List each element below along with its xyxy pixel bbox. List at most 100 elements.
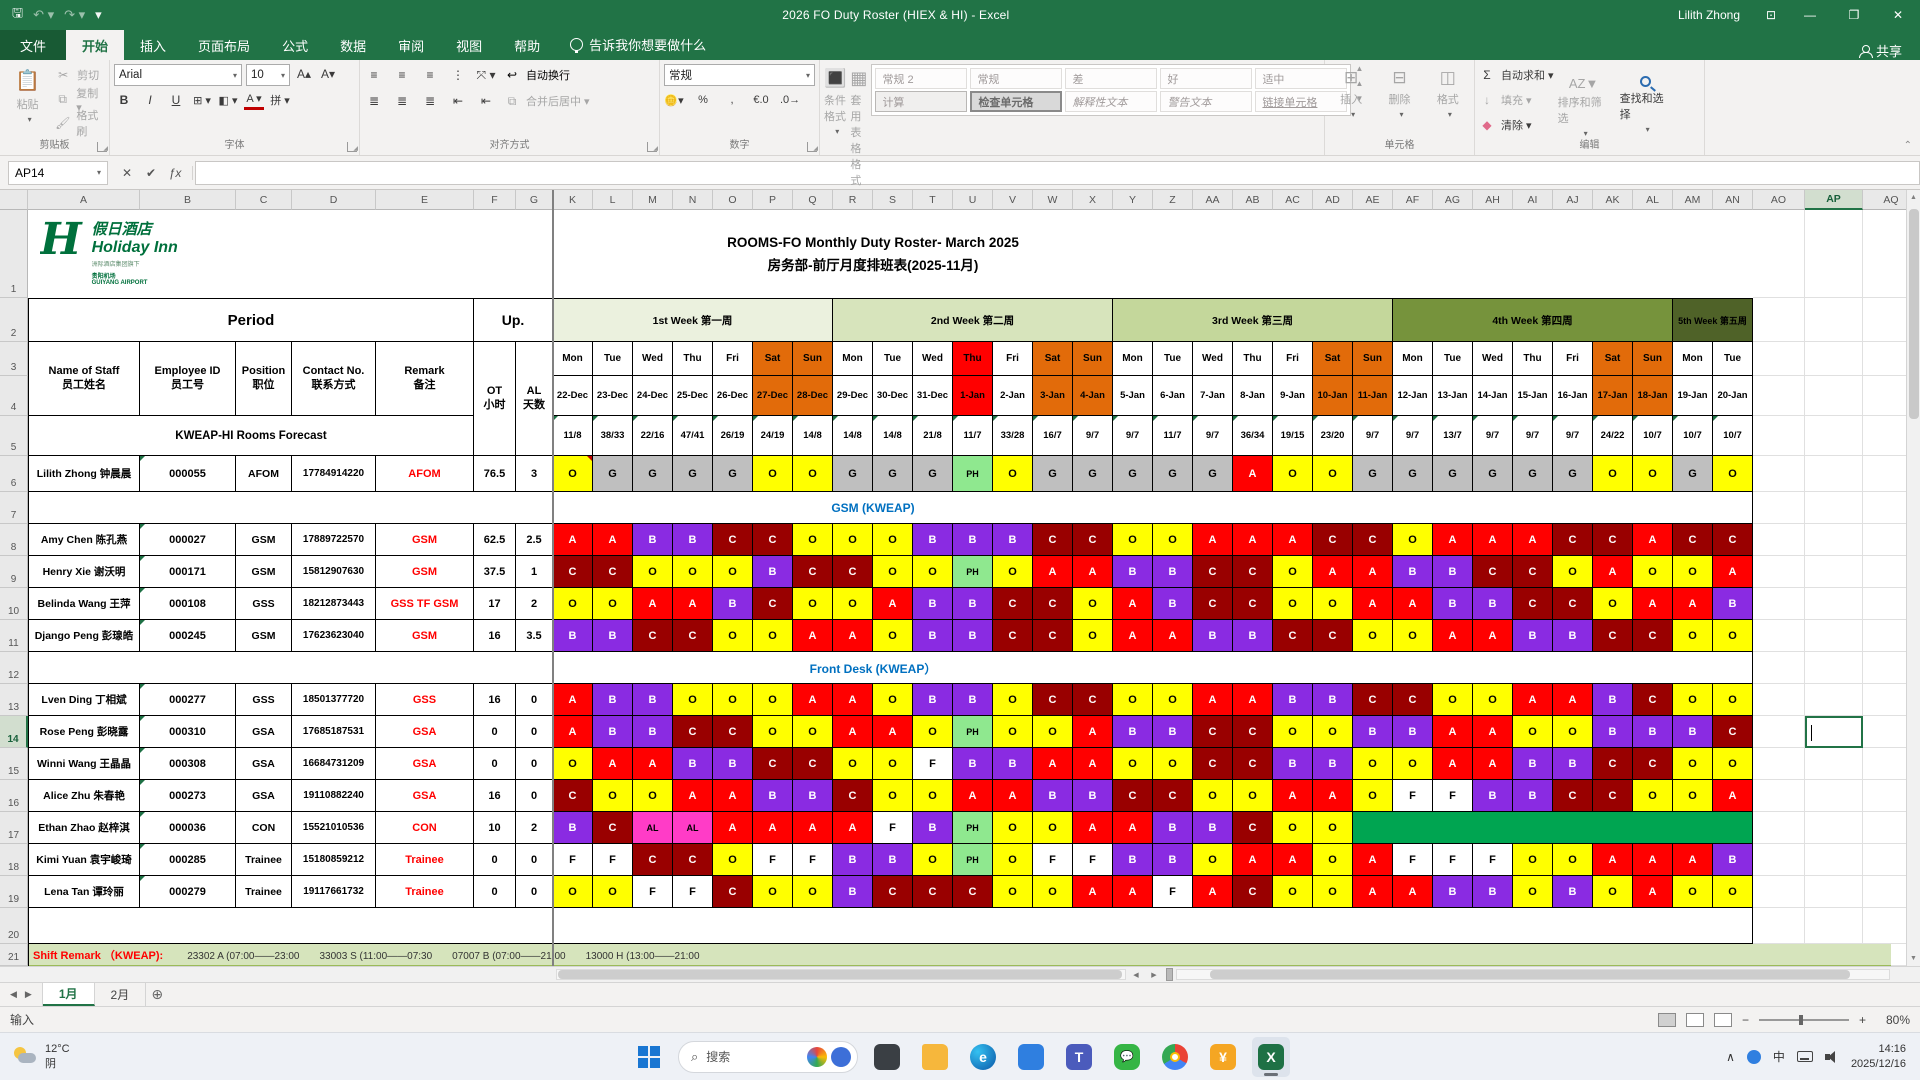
column-header-AP[interactable]: AP xyxy=(1805,190,1863,210)
shift-cell[interactable]: B xyxy=(1473,588,1513,620)
clear-button[interactable]: ◆ 清除 ▾ xyxy=(1479,114,1554,136)
shift-cell[interactable]: A xyxy=(753,812,793,844)
row-header-14[interactable]: 14 xyxy=(0,716,28,748)
shift-cell[interactable]: A xyxy=(1713,780,1753,812)
shift-cell[interactable]: O xyxy=(753,716,793,748)
shift-cell[interactable]: A xyxy=(1193,684,1233,716)
shift-cell[interactable]: A xyxy=(1313,780,1353,812)
shift-cell[interactable]: O xyxy=(1273,812,1313,844)
empty-cell[interactable] xyxy=(1805,376,1863,416)
tab-数据[interactable]: 数据 xyxy=(324,30,382,60)
staff-remark[interactable]: GSM xyxy=(376,556,474,588)
staff-emp-id[interactable]: 000036 xyxy=(140,812,236,844)
shift-cell[interactable]: B xyxy=(1513,620,1553,652)
shift-cell[interactable]: C xyxy=(1073,684,1113,716)
ribbon-display-options-icon[interactable]: ⊡ xyxy=(1754,8,1788,22)
staff-ot[interactable]: 0 xyxy=(474,748,516,780)
staff-name[interactable]: Alice Zhu 朱春艳 xyxy=(29,780,140,812)
empty-cell[interactable] xyxy=(1805,908,1863,944)
staff-name[interactable]: Kimi Yuan 袁宇峻琦 xyxy=(29,844,140,876)
shift-cell[interactable]: A xyxy=(633,588,673,620)
shift-cell[interactable]: A xyxy=(633,748,673,780)
tab-页面布局[interactable]: 页面布局 xyxy=(182,30,266,60)
column-header-AA[interactable]: AA xyxy=(1193,190,1233,210)
shift-cell[interactable]: C xyxy=(593,812,633,844)
staff-position[interactable]: GSA xyxy=(236,716,292,748)
shift-cell[interactable]: O xyxy=(1033,812,1073,844)
staff-position[interactable]: GSM xyxy=(236,556,292,588)
row-header-7[interactable]: 7 xyxy=(0,492,28,524)
shift-cell[interactable]: B xyxy=(1273,684,1313,716)
tab-公式[interactable]: 公式 xyxy=(266,30,324,60)
shift-cell[interactable]: C xyxy=(753,748,793,780)
shift-cell[interactable]: O xyxy=(1393,620,1433,652)
format-as-table-button[interactable]: ▦套用表格格式▾ xyxy=(850,64,867,200)
shift-cell[interactable]: A xyxy=(1113,588,1153,620)
shift-cell[interactable]: C xyxy=(753,524,793,556)
shift-cell[interactable]: O xyxy=(1673,780,1713,812)
empty-cell[interactable] xyxy=(1753,716,1805,748)
shift-cell[interactable]: A xyxy=(1553,684,1593,716)
shift-cell[interactable]: O xyxy=(633,780,673,812)
style-解释性文本[interactable]: 解释性文本 xyxy=(1065,91,1158,112)
shift-cell[interactable]: G xyxy=(1113,456,1153,492)
shift-cell[interactable]: A xyxy=(1193,524,1233,556)
shift-cell[interactable]: A xyxy=(1433,524,1473,556)
shift-cell[interactable]: B xyxy=(1393,556,1433,588)
shift-cell[interactable]: O xyxy=(913,716,953,748)
column-header-AF[interactable]: AF xyxy=(1393,190,1433,210)
cancel-entry-icon[interactable]: ✕ xyxy=(116,166,138,180)
cut-button[interactable]: ✂ 剪切 xyxy=(55,64,105,86)
shift-cell[interactable]: B xyxy=(593,620,633,652)
shift-cell[interactable]: C xyxy=(1033,588,1073,620)
wrap-text-button[interactable]: ↩ 自动换行 xyxy=(504,64,570,86)
shift-cell[interactable]: G xyxy=(913,456,953,492)
column-header-F[interactable]: F xyxy=(474,190,516,210)
column-header-AE[interactable]: AE xyxy=(1353,190,1393,210)
taskbar-chrome-browser[interactable] xyxy=(1156,1037,1194,1077)
column-header-W[interactable]: W xyxy=(1033,190,1073,210)
column-header-B[interactable]: B xyxy=(140,190,236,210)
shift-cell[interactable]: C xyxy=(713,524,753,556)
zoom-slider[interactable] xyxy=(1758,1014,1849,1025)
staff-al[interactable]: 0 xyxy=(516,876,553,908)
shift-cell[interactable]: O xyxy=(1113,748,1153,780)
shift-cell[interactable]: B xyxy=(1393,716,1433,748)
sheet-tab-1月[interactable]: 1月 xyxy=(42,983,95,1006)
shift-cell[interactable]: B xyxy=(1073,780,1113,812)
shift-cell[interactable]: A xyxy=(793,620,833,652)
shift-cell[interactable]: PH xyxy=(953,812,993,844)
shift-cell[interactable]: O xyxy=(1313,456,1353,492)
shift-cell[interactable]: B xyxy=(1473,876,1513,908)
shift-cell[interactable]: B xyxy=(1153,716,1193,748)
decrease-indent-icon[interactable]: ⇤ xyxy=(448,91,468,111)
staff-ot[interactable]: 10 xyxy=(474,812,516,844)
shift-cell[interactable]: O xyxy=(873,524,913,556)
shift-cell[interactable]: O xyxy=(793,456,833,492)
shift-cell[interactable]: A xyxy=(833,684,873,716)
shift-cell[interactable]: B xyxy=(953,748,993,780)
find-select-button[interactable]: 查找和选择 ▾ xyxy=(1620,72,1672,134)
empty-cell[interactable] xyxy=(1753,748,1805,780)
row-header-20[interactable]: 20 xyxy=(0,908,28,944)
staff-contact[interactable]: 17685187531 xyxy=(292,716,376,748)
staff-remark[interactable]: Trainee xyxy=(376,876,474,908)
shift-cell[interactable]: B xyxy=(993,524,1033,556)
touch-keyboard-icon[interactable] xyxy=(1796,1051,1813,1062)
shift-cell[interactable]: C xyxy=(953,876,993,908)
empty-cell[interactable] xyxy=(1753,210,1805,298)
staff-remark[interactable]: CON xyxy=(376,812,474,844)
shift-cell[interactable]: O xyxy=(913,556,953,588)
row-header-18[interactable]: 18 xyxy=(0,844,28,876)
shift-cell[interactable]: G xyxy=(633,456,673,492)
taskbar-microsoft-store[interactable] xyxy=(1012,1037,1050,1077)
row-header-4[interactable]: 4 xyxy=(0,376,28,416)
shift-cell[interactable]: A xyxy=(1353,588,1393,620)
shift-cell[interactable]: G xyxy=(873,456,913,492)
shift-cell[interactable]: B xyxy=(1193,620,1233,652)
shift-cell[interactable]: G xyxy=(713,456,753,492)
empty-cell[interactable] xyxy=(1805,298,1863,342)
staff-remark[interactable]: GSS xyxy=(376,684,474,716)
shift-cell[interactable]: C xyxy=(1633,620,1673,652)
staff-name[interactable]: Lena Tan 谭玲丽 xyxy=(29,876,140,908)
